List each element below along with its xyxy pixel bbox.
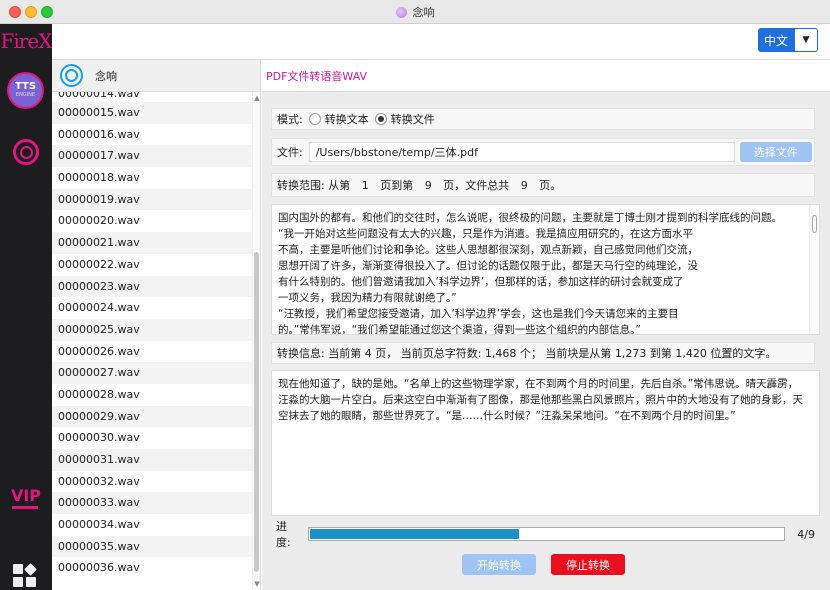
list-item[interactable]: 00000027.wav — [52, 362, 252, 384]
range-total-value: 9 — [520, 178, 528, 192]
text-line: “我一开始对这些问题没有太大的兴趣，只是作为消遣。我是搞应用研究的，在这方面水平 — [278, 228, 693, 240]
list-item[interactable]: 00000032.wav — [52, 471, 252, 493]
window-titlebar: 念响 — [0, 0, 830, 24]
file-list-scrollbar[interactable]: ▲ ▼ — [252, 92, 260, 590]
mode-file-radio[interactable] — [374, 113, 387, 125]
chevron-down-icon[interactable]: ▼ — [253, 580, 261, 588]
list-item[interactable]: 00000035.wav — [52, 535, 252, 558]
start-button[interactable]: 开始转换 — [462, 554, 536, 575]
file-path-field[interactable]: /Users/bbstone/temp/三体.pdf — [308, 142, 735, 162]
text-line: 有什么特别的。他们曾邀请我加入‘科学边界’，但那样的话，参加这样的研讨会就变成了 — [278, 276, 684, 288]
mode-label: 模式: — [277, 113, 303, 126]
list-item[interactable]: 00000019.wav — [52, 188, 252, 211]
list-item[interactable]: 00000030.wav — [52, 427, 252, 449]
source-text-area[interactable]: 国内国外的都有。和他们的交往时，怎么说呢，很终极的问题，主要就是丁博士刚才提到的… — [271, 204, 820, 335]
text-line: 现在他知道了，缺的是她。“名单上的这些物理学家，在不到两个月的时间里，先后自杀。… — [278, 378, 799, 390]
page-title: PDF文件转语音WAV — [262, 60, 830, 92]
list-item[interactable]: 00000034.wav — [52, 514, 252, 536]
file-list: 00000014.wav 00000015.wav 00000016.wav 0… — [52, 92, 252, 590]
vip-button[interactable]: VIP — [9, 486, 43, 505]
scrollbar-thumb[interactable] — [254, 252, 259, 572]
range-row: 转换范围: 从第 1 页到第 9 页，文件总共 9 页。 — [271, 173, 815, 197]
sidebar: FireX TTS ENGINE VIP — [0, 24, 52, 590]
text-line: 国内国外的都有。和他们的交往时，怎么说呢，很终极的问题，主要就是丁博士刚才提到的… — [278, 212, 782, 224]
list-item[interactable]: 00000029.wav — [52, 405, 252, 428]
list-item[interactable]: 00000031.wav — [52, 449, 252, 471]
top-header: 中文 ▼ — [52, 24, 830, 60]
mode-row: 模式: 转换文本 转换文件 — [271, 108, 815, 130]
conversion-info: 转换信息: 当前第 4 页， 当前页总字符数: 1,468 个； 当前块是从第 … — [277, 347, 777, 360]
mode-file-label[interactable]: 转换文件 — [391, 111, 435, 127]
text-line: 一项义务，我因为精力有限就谢绝了。” — [278, 292, 457, 304]
apps-grid-icon[interactable] — [13, 563, 37, 588]
list-item[interactable]: 00000016.wav — [52, 124, 252, 146]
audio-disc-icon[interactable] — [13, 139, 39, 165]
list-item[interactable]: 00000017.wav — [52, 145, 252, 168]
file-row: 文件: /Users/bbstone/temp/三体.pdf 选择文件 — [271, 138, 815, 166]
list-item[interactable]: 00000033.wav — [52, 492, 252, 515]
app-logo: FireX — [0, 29, 53, 53]
tts-label: TTS — [14, 81, 37, 92]
audio-disc-icon — [60, 64, 83, 87]
text-area-scrollbar[interactable] — [809, 205, 819, 334]
language-label: 中文 — [763, 33, 788, 48]
list-item[interactable]: 00000022.wav — [52, 254, 252, 276]
list-item[interactable]: 00000025.wav — [52, 318, 252, 341]
list-item[interactable]: 00000023.wav — [52, 275, 252, 298]
text-line: “汪教授，我们希望您接受邀请，加入‘科学边界’学会，这也是我们今天请您来的主要目 — [278, 308, 679, 320]
info-row: 转换信息: 当前第 4 页， 当前页总字符数: 1,468 个； 当前块是从第 … — [271, 342, 815, 364]
list-item[interactable]: 00000020.wav — [52, 210, 252, 232]
file-path-value: /Users/bbstone/temp/三体.pdf — [315, 146, 478, 159]
list-item[interactable]: 00000018.wav — [52, 167, 252, 189]
progress-bar-fill — [309, 529, 519, 539]
window-title-text: 念响 — [412, 6, 435, 19]
list-item[interactable]: 00000028.wav — [52, 384, 252, 406]
mode-text-radio[interactable] — [308, 113, 321, 125]
list-item[interactable]: 00000014.wav — [52, 92, 252, 102]
text-line: 思想开阔了许多，渐渐变得很投入了。但讨论的话题仅限于此，都是天马行空的纯理论，没 — [278, 260, 698, 272]
file-panel: 念响 00000014.wav 00000015.wav 00000016.wa… — [52, 60, 261, 590]
list-item[interactable]: 00000026.wav — [52, 341, 252, 363]
range-end-label: 页。 — [539, 179, 562, 192]
file-panel-header: 念响 — [52, 60, 260, 92]
text-line: 不高，主要是听他们讨论和争论。这些人思想都很深刻，观点新颖，自己感觉同他们交流， — [278, 244, 698, 256]
progress-label: 进度: — [276, 520, 291, 549]
list-item[interactable]: 00000015.wav — [52, 102, 252, 124]
list-item[interactable]: 00000036.wav — [52, 557, 252, 579]
language-select[interactable]: 中文 ▼ — [758, 28, 818, 52]
chevron-down-icon[interactable]: ▼ — [794, 28, 818, 52]
progress-bar — [307, 527, 786, 541]
range-mid-label: 页到第 — [380, 179, 414, 192]
progress-text: 4/9 — [797, 527, 815, 541]
list-item[interactable]: 00000024.wav — [52, 297, 252, 319]
progress-row: 进度: 4/9 — [271, 520, 815, 549]
file-panel-title: 念响 — [95, 69, 117, 83]
current-chunk-area[interactable]: 现在他知道了，缺的是她。“名单上的这些物理学家，在不到两个月的时间里，先后自杀。… — [271, 370, 820, 516]
window-title: 念响 — [0, 0, 830, 24]
list-item[interactable]: 00000021.wav — [52, 232, 252, 254]
chevron-up-icon[interactable]: ▲ — [253, 94, 261, 102]
file-label: 文件: — [277, 146, 303, 159]
range-to-input[interactable]: 9 — [413, 179, 443, 192]
stop-button[interactable]: 停止转换 — [551, 554, 625, 575]
select-file-button[interactable]: 选择文件 — [739, 142, 812, 162]
range-from-input[interactable]: 1 — [350, 179, 380, 192]
text-line: 空抹去了她的眼睛，那些世界死了。“是……什么时候？”汪淼呆呆地问。“在不到两个月… — [278, 410, 736, 422]
text-line: 汪淼的大脑一片空白。后来这空白中渐渐有了图像，那是他那些黑白风景照片，照片中的大… — [278, 394, 803, 406]
range-label: 转换范围: 从第 — [277, 179, 351, 192]
main-panel: PDF文件转语音WAV 模式: 转换文本 转换文件 文件: /Users/bbs… — [262, 60, 830, 590]
tts-nav-button[interactable]: TTS ENGINE — [7, 72, 44, 109]
vip-underline — [12, 506, 38, 509]
range-total-label: 页，文件总共 — [443, 179, 510, 192]
app-icon — [395, 6, 407, 18]
mode-text-label[interactable]: 转换文本 — [325, 111, 369, 127]
scrollbar-thumb[interactable] — [812, 215, 817, 233]
text-line: 的。”常伟军说，“我们希望能通过您这个渠道，得到一些这个组织的内部信息。” — [278, 324, 641, 335]
tts-sublabel: ENGINE — [15, 92, 36, 98]
